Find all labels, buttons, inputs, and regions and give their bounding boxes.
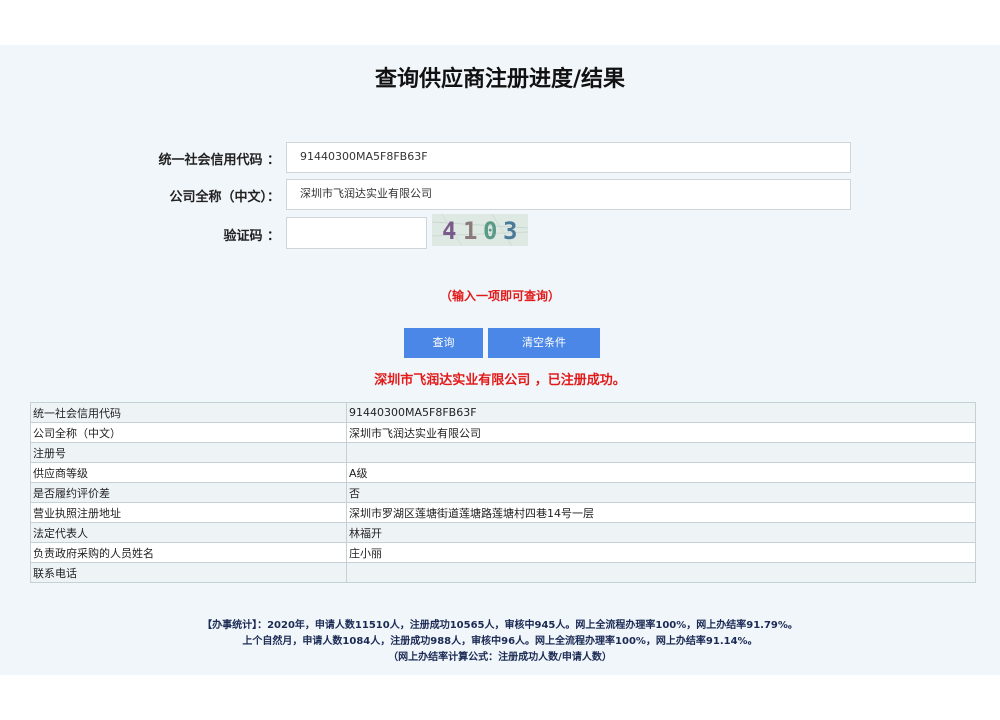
row-label: 是否履约评价差 [30,482,347,503]
row-label: 负责政府采购的人员姓名 [30,542,347,563]
captcha-noise: 4 1 0 3 [432,214,528,246]
row-value [346,562,976,583]
row-label: 注册号 [30,442,347,463]
table-row: 是否履约评价差 否 [30,482,976,503]
row-value: 深圳市罗湖区莲塘街道莲塘路莲塘村四巷14号一层 [346,502,976,523]
captcha-char-4: 3 [503,217,517,245]
row-label: 营业执照注册地址 [30,502,347,523]
result-table: 统一社会信用代码 91440300MA5F8FB63F 公司全称（中文） 深圳市… [30,402,976,583]
captcha-char-2: 1 [463,217,477,245]
table-row: 供应商等级 A级 [30,462,976,483]
stats-line-3: （网上办结率计算公式：注册成功人数/申请人数） [388,652,612,663]
table-row: 营业执照注册地址 深圳市罗湖区莲塘街道莲塘路莲塘村四巷14号一层 [30,502,976,523]
credit-code-input[interactable]: 91440300MA5F8FB63F [286,142,851,173]
query-button[interactable]: 查询 [404,328,483,358]
table-row: 公司全称（中文） 深圳市飞润达实业有限公司 [30,422,976,443]
captcha-char-3: 0 [483,217,497,245]
row-label: 统一社会信用代码 [30,402,347,423]
row-value: 91440300MA5F8FB63F [346,402,976,423]
row-value: 否 [346,482,976,503]
result-message: 深圳市飞润达实业有限公司 ，已注册成功。 [374,373,626,388]
captcha-label: 验证码 ： [223,229,280,244]
captcha-char-1: 4 [442,217,456,245]
table-row: 注册号 [30,442,976,463]
hint-text: （输入一项即可查询） [439,289,560,303]
captcha-image[interactable]: 4 1 0 3 [432,214,528,246]
company-name-input[interactable]: 深圳市飞润达实业有限公司 [286,179,851,210]
captcha-input[interactable] [286,217,427,249]
stats-line-2: 上个自然月，申请人数1084人，注册成功988人，审核中96人。网上全流程办理率… [242,636,758,647]
table-row: 法定代表人 林福开 [30,522,976,543]
row-value: 林福开 [346,522,976,543]
row-value [346,442,976,463]
clear-button[interactable]: 清空条件 [488,328,600,358]
row-label: 联系电话 [30,562,347,583]
credit-code-label: 统一社会信用代码 ： [158,153,280,168]
row-label: 供应商等级 [30,462,347,483]
row-value: 深圳市飞润达实业有限公司 [346,422,976,443]
table-row: 负责政府采购的人员姓名 庄小丽 [30,542,976,563]
table-row: 统一社会信用代码 91440300MA5F8FB63F [30,402,976,423]
page-title: 查询供应商注册进度/结果 [374,67,626,92]
row-label: 公司全称（中文） [30,422,347,443]
company-name-label: 公司全称（中文）： [169,190,280,205]
row-value: 庄小丽 [346,542,976,563]
row-value: A级 [346,462,976,483]
stats-line-1: 【办事统计】：2020年，申请人数11510人，注册成功10565人，审核中94… [202,620,798,631]
table-row: 联系电话 [30,562,976,583]
row-label: 法定代表人 [30,522,347,543]
